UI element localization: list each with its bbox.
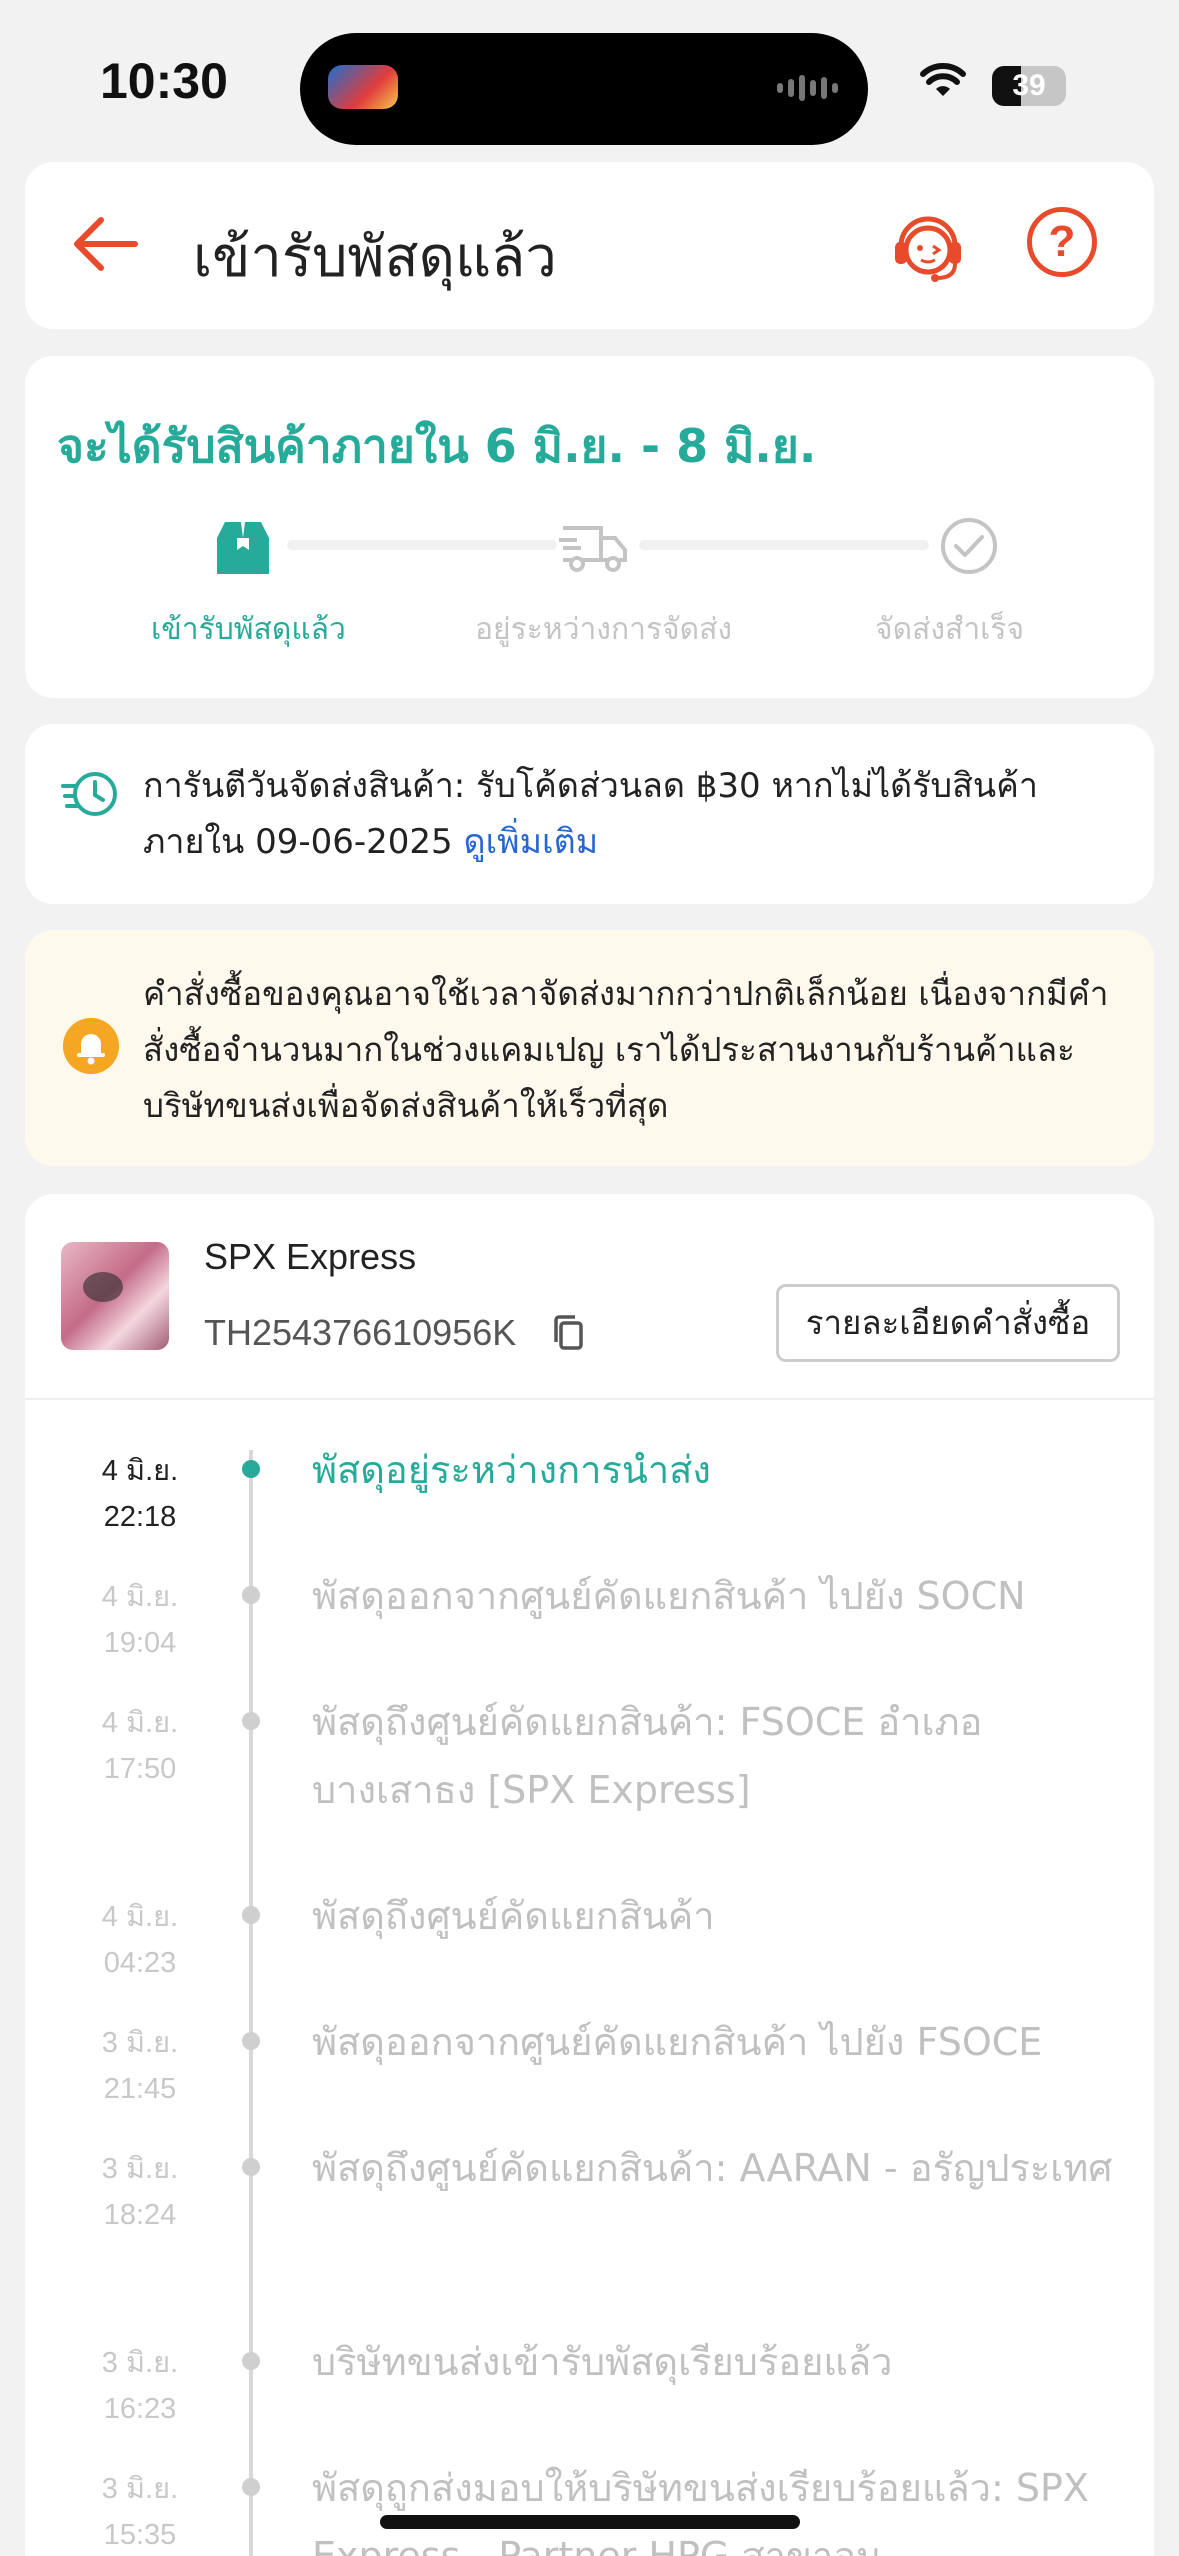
battery-percent: 39 bbox=[1012, 69, 1046, 102]
event-description: พัสดุอยู่ระหว่างการนำส่ง bbox=[312, 1448, 711, 1492]
back-arrow-icon[interactable] bbox=[65, 204, 155, 284]
timeline-dot bbox=[242, 2158, 260, 2176]
copy-icon[interactable] bbox=[552, 1314, 586, 1352]
check-circle-icon bbox=[941, 518, 997, 574]
see-more-link[interactable]: ดูเพิ่มเติม bbox=[463, 822, 598, 862]
product-thumbnail[interactable] bbox=[61, 1242, 169, 1350]
timeline-dot bbox=[242, 1586, 260, 1604]
customer-support-icon[interactable] bbox=[885, 202, 971, 288]
shipping-progress: เข้ารับพัสดุแล้ว อยู่ระหว่างการจัดส่ง จั… bbox=[25, 516, 1154, 676]
package-icon bbox=[217, 522, 269, 574]
battery-icon: 39 bbox=[992, 66, 1066, 106]
timeline-dot bbox=[242, 2032, 260, 2050]
shipment-tracking-card: SPX Express TH254376610956K รายละเอียดคำ… bbox=[25, 1194, 1154, 2556]
event-description: พัสดุถึงศูนย์คัดแยกสินค้า: FSOCE อำเภอบา… bbox=[312, 1700, 983, 1812]
tracking-number: TH254376610956K bbox=[204, 1312, 517, 1353]
event-description: พัสดุถึงศูนย์คัดแยกสินค้า bbox=[312, 1894, 715, 1938]
event-datetime: 4 มิ.ย. 04:23 bbox=[65, 1894, 215, 1986]
event-datetime: 3 มิ.ย. 18:24 bbox=[65, 2146, 215, 2238]
page-title: เข้ารับพัสดุแล้ว bbox=[193, 225, 557, 290]
timeline-dot bbox=[242, 2478, 260, 2496]
event-time: 04:23 bbox=[103, 1947, 177, 1979]
delivery-guarantee-card[interactable]: การันตีวันจัดส่งสินค้า: รับโค้ดส่วนลด ฿3… bbox=[25, 724, 1154, 904]
event-datetime: 4 มิ.ย. 19:04 bbox=[65, 1574, 215, 1666]
event-description: บริษัทขนส่งเข้ารับพัสดุเรียบร้อยแล้ว bbox=[312, 2340, 893, 2384]
delay-notice-card: คำสั่งซื้อของคุณอาจใช้เวลาจัดส่งมากกว่าป… bbox=[25, 930, 1154, 1166]
status-bar: 10:30 39 bbox=[0, 0, 1179, 150]
timeline-rail bbox=[249, 1450, 253, 2556]
event-datetime: 3 มิ.ย. 21:45 bbox=[65, 2020, 215, 2112]
event-datetime: 3 มิ.ย. 16:23 bbox=[65, 2340, 215, 2432]
event-date: 3 มิ.ย. bbox=[101, 2027, 179, 2059]
delivery-estimate-title: จะได้รับสินค้าภายใน 6 มิ.ย. - 8 มิ.ย. bbox=[57, 419, 817, 473]
carrier-name: SPX Express bbox=[204, 1236, 417, 1277]
event-time: 16:23 bbox=[103, 2393, 177, 2425]
event-description: พัสดุถูกส่งมอบให้บริษัทขนส่งเรียบร้อยแล้… bbox=[312, 2466, 1089, 2556]
timeline-dot bbox=[242, 1712, 260, 1730]
timeline-dot bbox=[242, 2352, 260, 2370]
fast-clock-icon bbox=[61, 772, 117, 816]
step-label-in-transit: อยู่ระหว่างการจัดส่ง bbox=[475, 612, 733, 647]
timeline-dot bbox=[242, 1460, 260, 1478]
event-date: 4 มิ.ย. bbox=[101, 1901, 179, 1933]
audio-wave-icon bbox=[777, 73, 838, 103]
event-date: 3 มิ.ย. bbox=[101, 2347, 179, 2379]
dynamic-island[interactable] bbox=[300, 33, 868, 145]
delivery-estimate-card: จะได้รับสินค้าภายใน 6 มิ.ย. - 8 มิ.ย. เข… bbox=[25, 356, 1154, 698]
bell-icon bbox=[63, 1018, 119, 1074]
event-date: 3 มิ.ย. bbox=[101, 2473, 179, 2505]
header-bar: เข้ารับพัสดุแล้ว ? bbox=[25, 162, 1154, 329]
guarantee-text: การันตีวันจัดส่งสินค้า: รับโค้ดส่วนลด ฿3… bbox=[143, 758, 1103, 870]
event-time: 18:24 bbox=[103, 2199, 177, 2231]
progress-line bbox=[639, 540, 929, 550]
help-button[interactable]: ? bbox=[1027, 207, 1097, 277]
event-description: พัสดุออกจากศูนย์คัดแยกสินค้า ไปยัง FSOCE bbox=[312, 2020, 1043, 2064]
event-time: 21:45 bbox=[103, 2073, 177, 2105]
event-description: พัสดุถึงศูนย์คัดแยกสินค้า: AARAN - อรัญป… bbox=[312, 2146, 1113, 2190]
event-datetime: 4 มิ.ย. 17:50 bbox=[65, 1700, 215, 1792]
event-time: 22:18 bbox=[103, 1501, 177, 1533]
event-date: 4 มิ.ย. bbox=[101, 1455, 179, 1487]
event-description: พัสดุออกจากศูนย์คัดแยกสินค้า ไปยัง SOCN bbox=[312, 1574, 1026, 1618]
event-time: 19:04 bbox=[103, 1627, 177, 1659]
divider bbox=[25, 1398, 1154, 1400]
event-date: 3 มิ.ย. bbox=[101, 2153, 179, 2185]
event-date: 4 มิ.ย. bbox=[101, 1707, 179, 1739]
event-date: 4 มิ.ย. bbox=[101, 1581, 179, 1613]
delay-notice-text: คำสั่งซื้อของคุณอาจใช้เวลาจัดส่งมากกว่าป… bbox=[143, 974, 1109, 1125]
event-time: 17:50 bbox=[103, 1753, 177, 1785]
step-label-delivered: จัดส่งสำเร็จ bbox=[875, 612, 1025, 647]
wifi-icon bbox=[920, 63, 966, 96]
timeline-dot bbox=[242, 1906, 260, 1924]
order-details-button[interactable]: รายละเอียดคำสั่งซื้อ bbox=[776, 1284, 1120, 1362]
event-time: 15:35 bbox=[103, 2519, 177, 2551]
event-datetime: 3 มิ.ย. 15:35 bbox=[65, 2466, 215, 2556]
step-label-picked-up: เข้ารับพัสดุแล้ว bbox=[151, 612, 346, 647]
home-indicator[interactable] bbox=[380, 2515, 800, 2529]
event-datetime: 4 มิ.ย. 22:18 bbox=[65, 1448, 215, 1540]
truck-icon bbox=[559, 526, 627, 572]
now-playing-thumbnail bbox=[328, 65, 398, 109]
progress-line bbox=[287, 540, 557, 550]
status-time: 10:30 bbox=[100, 53, 228, 109]
